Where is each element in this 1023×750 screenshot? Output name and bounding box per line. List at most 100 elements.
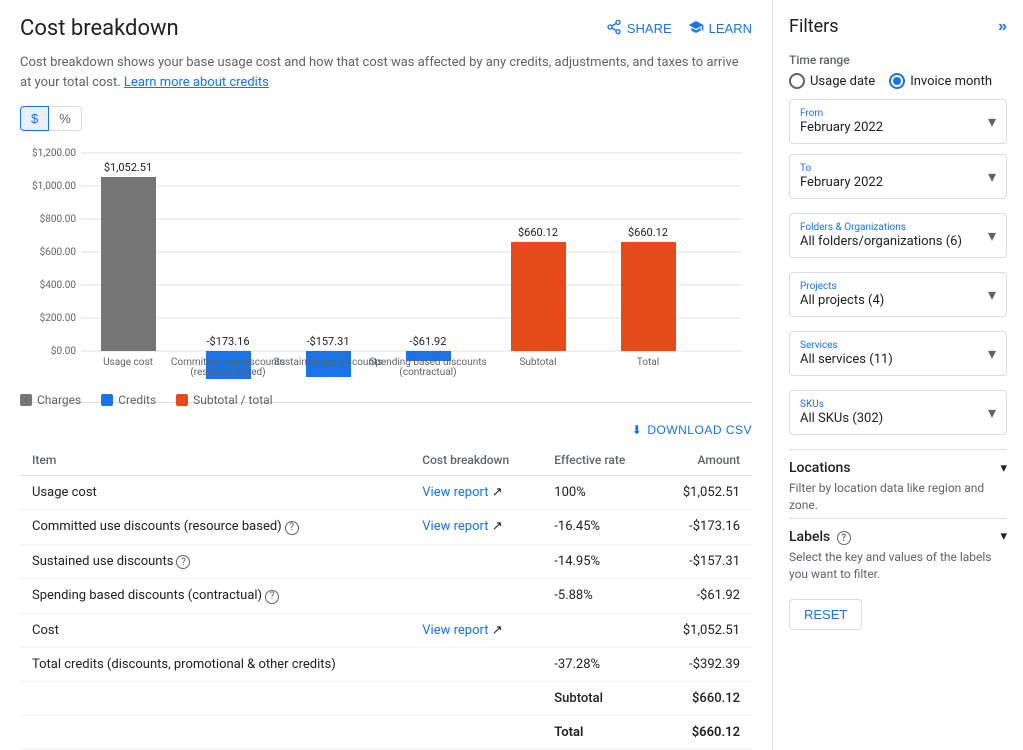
- col-cost-breakdown: Cost breakdown: [410, 445, 542, 476]
- learn-more-link[interactable]: Learn more about credits: [124, 75, 269, 90]
- dollar-toggle[interactable]: $: [20, 106, 49, 131]
- help-icon-2[interactable]: ?: [176, 555, 190, 569]
- row-item: Cost: [20, 613, 410, 647]
- usage-date-radio[interactable]: Usage date: [789, 73, 875, 89]
- view-report-link-0[interactable]: View report: [422, 485, 488, 500]
- bar-subtotal: [511, 242, 566, 351]
- labels-help-icon[interactable]: ?: [837, 531, 851, 545]
- row-rate: -37.28%: [542, 647, 655, 681]
- subtotal-empty-1: [20, 681, 410, 715]
- svg-text:(resource based): (resource based): [190, 366, 265, 378]
- chart-svg: $1,200.00 $1,000.00 $800.00 $600.00 $400…: [20, 143, 752, 383]
- legend-credits-dot: [101, 394, 113, 406]
- table-toolbar: ⬇ DOWNLOAD CSV: [20, 423, 752, 437]
- from-date-select[interactable]: From February 2022 ▾: [789, 99, 1007, 144]
- share-icon: [606, 19, 622, 38]
- table-row: Total credits (discounts, promotional & …: [20, 647, 752, 681]
- folders-filter: Folders & Organizations All folders/orga…: [789, 213, 1007, 258]
- time-range-filter: Time range Usage date Invoice month From…: [789, 53, 1007, 199]
- row-rate: -14.95%: [542, 544, 655, 579]
- projects-floating-label: Projects: [800, 281, 884, 292]
- table-row: Committed use discounts (resource based)…: [20, 510, 752, 545]
- to-floating-label: To: [800, 163, 883, 174]
- svg-text:$1,200.00: $1,200.00: [32, 146, 76, 159]
- labels-header[interactable]: Labels ? ▾: [789, 529, 1007, 546]
- share-button[interactable]: SHARE: [606, 19, 672, 38]
- services-chevron-icon: ▾: [988, 344, 996, 363]
- legend-subtotal-dot: [176, 394, 188, 406]
- projects-select[interactable]: Projects All projects (4) ▾: [789, 272, 1007, 317]
- legend-subtotal: Subtotal / total: [176, 393, 272, 407]
- locations-header[interactable]: Locations ▾: [789, 460, 1007, 476]
- help-icon-1[interactable]: ?: [285, 521, 299, 535]
- svg-text:$660.12: $660.12: [628, 226, 668, 239]
- svg-text:$1,052.51: $1,052.51: [104, 161, 152, 174]
- table-row: Sustained use discounts? -14.95% -$157.3…: [20, 544, 752, 579]
- row-item: Usage cost: [20, 476, 410, 510]
- reset-button[interactable]: RESET: [789, 599, 862, 630]
- services-select[interactable]: Services All services (11) ▾: [789, 331, 1007, 376]
- table-row: Usage cost View report ↗ 100% $1,052.51: [20, 476, 752, 510]
- page-header: Cost breakdown SHARE LEARN: [20, 16, 752, 41]
- bar-total: [621, 242, 676, 351]
- to-chevron-icon: ▾: [988, 167, 996, 186]
- legend-charges-dot: [20, 394, 32, 406]
- filters-sidebar: Filters » Time range Usage date Invoice …: [773, 0, 1023, 750]
- view-report-link-1[interactable]: View report: [422, 519, 488, 534]
- row-cost-breakdown: View report ↗: [410, 613, 542, 647]
- row-item: Total credits (discounts, promotional & …: [20, 647, 410, 681]
- percent-toggle[interactable]: %: [49, 106, 82, 131]
- share-label: SHARE: [627, 21, 672, 36]
- page-title: Cost breakdown: [20, 16, 179, 41]
- services-label-wrapper: Services All services (11): [800, 340, 893, 367]
- time-range-label: Time range: [789, 53, 1007, 67]
- svg-text:Subtotal: Subtotal: [519, 357, 556, 368]
- invoice-month-label: Invoice month: [910, 74, 992, 89]
- row-item: Committed use discounts (resource based)…: [20, 510, 410, 545]
- legend-credits: Credits: [101, 393, 156, 407]
- folders-select[interactable]: Folders & Organizations All folders/orga…: [789, 213, 1007, 258]
- projects-filter: Projects All projects (4) ▾: [789, 272, 1007, 317]
- header-actions: SHARE LEARN: [606, 19, 752, 38]
- projects-value: All projects (4): [800, 293, 884, 308]
- table-row: Spending based discounts (contractual)? …: [20, 579, 752, 614]
- learn-button[interactable]: LEARN: [688, 19, 752, 38]
- row-amount: -$392.39: [655, 647, 752, 681]
- view-report-link-4[interactable]: View report: [422, 623, 488, 638]
- skus-chevron-icon: ▾: [988, 403, 996, 422]
- invoice-month-radio[interactable]: Invoice month: [889, 73, 992, 89]
- svg-text:-$173.16: -$173.16: [206, 335, 249, 348]
- total-empty-1: [20, 715, 410, 749]
- skus-floating-label: SKUs: [800, 399, 883, 410]
- row-item: Spending based discounts (contractual)?: [20, 579, 410, 614]
- skus-filter: SKUs All SKUs (302) ▾: [789, 390, 1007, 435]
- svg-text:$1,000.00: $1,000.00: [32, 179, 76, 192]
- table-row: Cost View report ↗ $1,052.51: [20, 613, 752, 647]
- table-header-row: Item Cost breakdown Effective rate Amoun…: [20, 445, 752, 476]
- from-chevron-icon: ▾: [988, 112, 996, 131]
- svg-text:$200.00: $200.00: [40, 311, 77, 324]
- to-date-select[interactable]: To February 2022 ▾: [789, 154, 1007, 199]
- subtotal-empty-2: [410, 681, 542, 715]
- skus-select[interactable]: SKUs All SKUs (302) ▾: [789, 390, 1007, 435]
- collapse-sidebar-button[interactable]: »: [998, 18, 1007, 36]
- row-rate: [542, 613, 655, 647]
- total-amount: $660.12: [655, 715, 752, 749]
- row-amount: $1,052.51: [655, 613, 752, 647]
- download-csv-button[interactable]: ⬇ DOWNLOAD CSV: [632, 423, 752, 437]
- learn-label: LEARN: [709, 21, 752, 36]
- from-floating-label: From: [800, 108, 883, 119]
- folders-floating-label: Folders & Organizations: [800, 222, 962, 233]
- help-icon-3[interactable]: ?: [265, 590, 279, 604]
- from-label-wrapper: From February 2022: [800, 108, 883, 135]
- projects-chevron-icon: ▾: [988, 285, 996, 304]
- from-value: February 2022: [800, 120, 883, 135]
- locations-description: Filter by location data like region and …: [789, 480, 1007, 514]
- to-value: February 2022: [800, 175, 883, 190]
- services-floating-label: Services: [800, 340, 893, 351]
- to-label-wrapper: To February 2022: [800, 163, 883, 190]
- locations-title: Locations: [789, 460, 851, 476]
- time-range-radio-group: Usage date Invoice month: [789, 73, 1007, 89]
- services-value: All services (11): [800, 352, 893, 367]
- table-head: Item Cost breakdown Effective rate Amoun…: [20, 445, 752, 476]
